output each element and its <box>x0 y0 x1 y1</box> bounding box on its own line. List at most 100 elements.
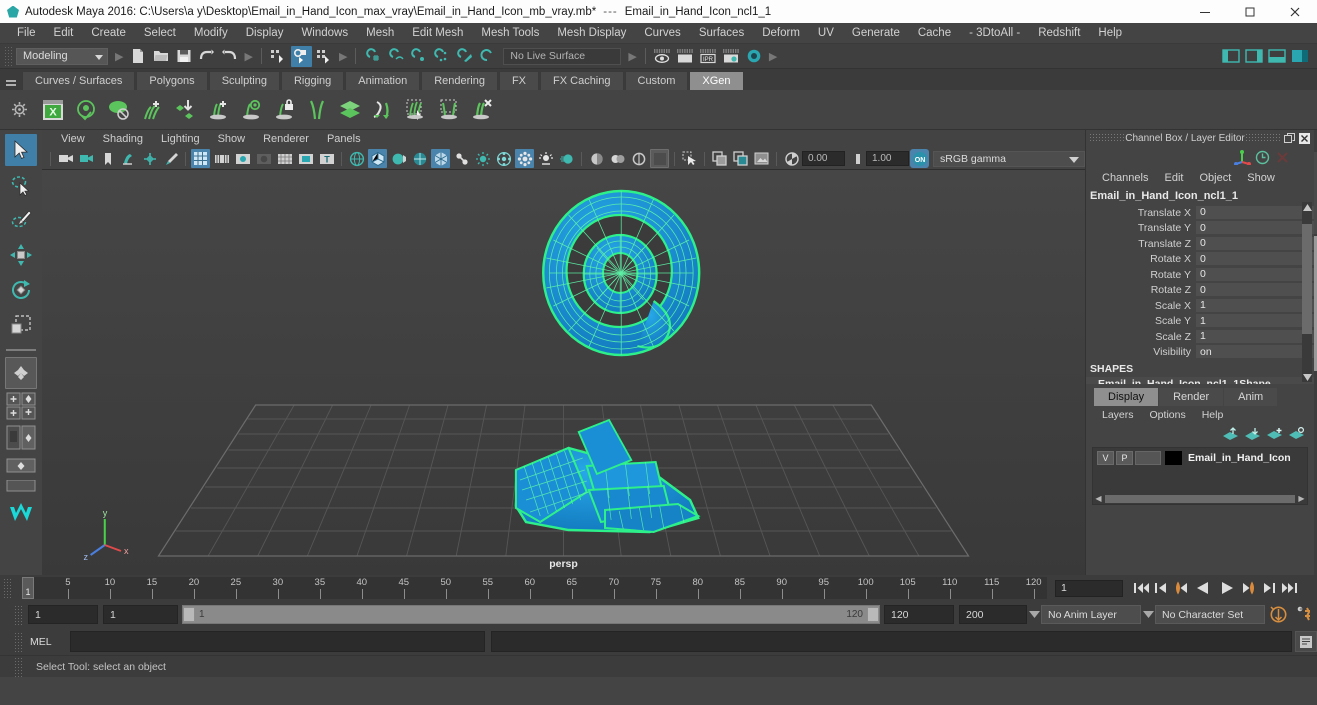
play-backwards-icon[interactable] <box>1191 577 1215 599</box>
menu-mesh-display[interactable]: Mesh Display <box>548 23 635 44</box>
manipulator-axis-icon[interactable] <box>1232 148 1252 166</box>
command-line-gripper[interactable] <box>14 631 22 652</box>
menu-select[interactable]: Select <box>135 23 185 44</box>
toolbar-collapse-5[interactable]: ▶ <box>769 50 777 63</box>
viewport-snapshot-icon[interactable] <box>710 149 729 168</box>
channel-value[interactable]: 0 <box>1196 221 1314 236</box>
scroll-left-arrow-icon[interactable]: ◀ <box>1093 494 1104 503</box>
menu-3dtoall[interactable]: - 3DtoAll - <box>960 23 1029 44</box>
single-pane-layout-button[interactable] <box>5 458 37 476</box>
play-forwards-icon[interactable] <box>1215 577 1239 599</box>
shadows-icon[interactable] <box>515 149 534 168</box>
channel-value[interactable]: 1 <box>1196 329 1314 344</box>
density-brush-icon[interactable] <box>366 93 399 127</box>
anim-layer-select[interactable]: No Anim Layer <box>1041 605 1141 624</box>
gamma-icon[interactable] <box>846 149 865 168</box>
gate-mask-icon[interactable] <box>254 149 273 168</box>
layer-scroll-thumb[interactable] <box>1105 494 1295 503</box>
menu-generate[interactable]: Generate <box>843 23 909 44</box>
viewport-menu-lighting[interactable]: Lighting <box>152 130 209 148</box>
shelf-menu-button[interactable] <box>4 72 18 90</box>
layer-color-swatch[interactable] <box>1165 451 1182 465</box>
menu-uv[interactable]: UV <box>809 23 843 44</box>
range-bar[interactable]: 1 120 <box>182 605 880 624</box>
region-mask-icon[interactable] <box>432 93 465 127</box>
resolution-gate-icon[interactable] <box>233 149 252 168</box>
move-layer-down-icon[interactable] <box>1242 425 1264 443</box>
paint-select-tool[interactable] <box>5 204 37 236</box>
channel-box-scrollbar[interactable] <box>1302 202 1312 382</box>
redo-icon[interactable] <box>219 46 240 67</box>
preview-refresh-icon[interactable] <box>69 93 102 127</box>
command-input-field[interactable] <box>70 631 485 652</box>
snap-to-curve-icon[interactable] <box>385 46 406 67</box>
menu-curves[interactable]: Curves <box>635 23 689 44</box>
menu-windows[interactable]: Windows <box>292 23 357 44</box>
channel-value[interactable]: 0 <box>1196 267 1314 282</box>
save-scene-icon[interactable] <box>173 46 194 67</box>
perspective-viewport[interactable]: y z x persp <box>42 170 1085 575</box>
status-bar-gripper[interactable] <box>14 656 22 677</box>
command-language-label[interactable]: MEL <box>30 636 70 648</box>
channel-row-scale-z[interactable]: Scale Z 1 <box>1086 329 1314 345</box>
layer-list[interactable]: V P Email_in_Hand_Icon ◀ ▶ <box>1092 447 1308 505</box>
shelf-tab-fx[interactable]: FX <box>498 71 540 90</box>
shelf-tab-xgen[interactable]: XGen <box>689 71 744 90</box>
select-component-display-icon[interactable] <box>680 149 699 168</box>
go-to-start-icon[interactable] <box>1131 577 1151 599</box>
channel-row-scale-x[interactable]: Scale X 1 <box>1086 298 1314 314</box>
make-live-icon[interactable] <box>477 46 498 67</box>
layer-menu-help[interactable]: Help <box>1194 409 1232 421</box>
panel-drag-handle-right[interactable] <box>1245 133 1281 143</box>
render-settings-icon[interactable] <box>721 46 742 67</box>
safe-action-icon[interactable] <box>296 149 315 168</box>
toolbar-gripper[interactable] <box>4 46 12 66</box>
channel-menu-channels[interactable]: Channels <box>1094 172 1156 184</box>
channel-row-scale-y[interactable]: Scale Y 1 <box>1086 314 1314 330</box>
wireframe-on-shaded-icon[interactable] <box>410 149 429 168</box>
shelf-tab-fx-caching[interactable]: FX Caching <box>540 71 624 90</box>
shelf-tab-rigging[interactable]: Rigging <box>280 71 345 90</box>
move-layer-up-icon[interactable] <box>1220 425 1242 443</box>
shade-selected-icon[interactable] <box>389 149 408 168</box>
viewport-menu-panels[interactable]: Panels <box>318 130 370 148</box>
smooth-shade-all-icon[interactable] <box>368 149 387 168</box>
shelf-tab-sculpting[interactable]: Sculpting <box>208 71 280 90</box>
toolbar-collapse-1[interactable]: ▶ <box>115 50 123 63</box>
layer-menu-layers[interactable]: Layers <box>1094 409 1142 421</box>
move-tool[interactable] <box>5 239 37 271</box>
undock-panel-icon[interactable] <box>1283 132 1296 145</box>
viewport-copy-icon[interactable] <box>731 149 750 168</box>
range-start-handle[interactable] <box>183 607 195 622</box>
menu-display[interactable]: Display <box>237 23 293 44</box>
guide-eye-icon[interactable] <box>234 93 267 127</box>
xray-icon[interactable] <box>431 149 450 168</box>
menu-cache[interactable]: Cache <box>909 23 960 44</box>
maximize-button[interactable] <box>1227 0 1272 23</box>
lasso-select-tool[interactable] <box>5 169 37 201</box>
image-plane-icon[interactable] <box>119 149 138 168</box>
camera-icon[interactable] <box>56 149 75 168</box>
scale-tool[interactable] <box>5 309 37 341</box>
channel-value[interactable]: 0 <box>1196 283 1314 298</box>
select-by-object-icon[interactable] <box>290 45 312 67</box>
shelf-options-gear-icon[interactable] <box>2 91 36 129</box>
channel-row-visibility[interactable]: Visibility on <box>1086 345 1314 361</box>
channel-box-attribute-list[interactable]: Email_in_Hand_Icon_ncl1_1 Translate X 0 … <box>1086 188 1314 384</box>
ipr-render-icon[interactable]: IPR <box>698 46 719 67</box>
two-d-pan-zoom-icon[interactable] <box>140 149 159 168</box>
layer-tab-anim[interactable]: Anim <box>1224 388 1278 406</box>
channel-value[interactable]: 0 <box>1196 205 1314 220</box>
menu-create[interactable]: Create <box>82 23 135 44</box>
last-tool-icon[interactable] <box>5 357 37 389</box>
render-view-icon[interactable] <box>652 46 673 67</box>
snap-to-point-icon[interactable] <box>408 46 429 67</box>
color-management-toggle-icon[interactable]: ON <box>910 149 929 168</box>
layer-tab-display[interactable]: Display <box>1094 388 1159 406</box>
color-management-select[interactable]: sRGB gamma <box>933 150 1085 167</box>
xgen-editor-icon[interactable]: X <box>36 93 69 127</box>
layer-row[interactable]: V P Email_in_Hand_Icon <box>1093 448 1307 466</box>
range-end-handle[interactable] <box>867 607 879 622</box>
gamma-value-field[interactable]: 1.00 <box>866 151 909 166</box>
channel-value[interactable]: 0 <box>1196 236 1314 251</box>
